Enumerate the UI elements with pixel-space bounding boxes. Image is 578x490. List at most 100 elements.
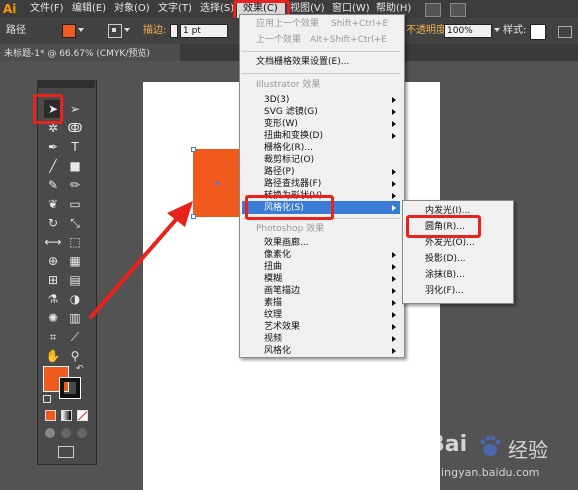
lasso-tool-icon[interactable]: ↂ	[66, 119, 84, 137]
chevron-down-icon[interactable]	[124, 28, 130, 32]
submenu-item-drop-shadow[interactable]: 投影(D)...	[425, 253, 466, 265]
eyedropper-tool-icon[interactable]: ⚗	[44, 290, 62, 308]
submenu-arrow-icon	[392, 133, 396, 139]
draw-inside-icon[interactable]	[77, 428, 87, 438]
paintbrush-tool-icon[interactable]: ✎	[44, 176, 62, 194]
menu-file[interactable]: 文件(F)	[30, 0, 64, 18]
blob-brush-tool-icon[interactable]: ❦	[44, 195, 62, 213]
menu-item-distort[interactable]: 扭曲	[264, 261, 282, 273]
menu-item-apply-last: 应用上一个效果	[256, 19, 320, 29]
center-point	[216, 182, 219, 185]
submenu-arrow-icon	[392, 300, 396, 306]
menu-item-3d[interactable]: 3D(3)	[264, 94, 289, 106]
menu-item-artistic[interactable]: 艺术效果	[264, 321, 300, 333]
submenu-arrow-icon	[392, 121, 396, 127]
menu-item-sketch[interactable]: 素描	[264, 297, 282, 309]
panel-menu-icon[interactable]	[558, 26, 572, 38]
submenu-item-feather[interactable]: 羽化(F)...	[425, 285, 464, 297]
menu-item-last-effect: 上一个效果	[256, 35, 302, 45]
scale-tool-icon[interactable]: ⤡	[66, 214, 84, 232]
submenu-arrow-icon	[392, 336, 396, 342]
artboard-tool-icon[interactable]: ⌗	[44, 328, 62, 346]
menu-separator	[242, 51, 400, 52]
menu-select[interactable]: 选择(S)	[200, 0, 234, 18]
type-tool-icon[interactable]: T	[66, 138, 84, 156]
draw-normal-icon[interactable]	[45, 428, 55, 438]
menu-item-blur[interactable]: 模糊	[264, 273, 282, 285]
column-graph-tool-icon[interactable]: ▥	[66, 309, 84, 327]
rotate-tool-icon[interactable]: ↻	[44, 214, 62, 232]
pen-tool-icon[interactable]: ✒	[44, 138, 62, 156]
menu-item-crop-marks[interactable]: 裁剪标记(O)	[264, 154, 314, 166]
style-label: 样式:	[503, 25, 527, 36]
pencil-tool-icon[interactable]: ✏	[66, 176, 84, 194]
eraser-tool-icon[interactable]: ▭	[66, 195, 84, 213]
selection-handle[interactable]	[191, 147, 196, 152]
gradient-mode-icon[interactable]	[61, 410, 72, 421]
menu-item-distort-transform[interactable]: 扭曲和变换(D)	[264, 130, 323, 142]
submenu-arrow-icon	[392, 109, 396, 115]
chevron-down-icon[interactable]	[78, 28, 84, 32]
menu-item-raster-settings[interactable]: 文档栅格效果设置(E)...	[256, 56, 349, 68]
stroke-weight-field[interactable]: 1 pt	[180, 24, 228, 38]
arrange-icon[interactable]	[450, 3, 466, 17]
menu-separator	[242, 73, 400, 74]
annotation-box-round-corners	[406, 215, 481, 238]
shape-builder-tool-icon[interactable]: ⊕	[44, 252, 62, 270]
menu-shortcut: Shift+Ctrl+E	[331, 19, 389, 29]
submenu-item-outer-glow[interactable]: 外发光(O)...	[425, 237, 475, 249]
watermark-brand: Bai	[428, 432, 468, 457]
menu-item-stylize-ps[interactable]: 风格化	[264, 345, 291, 357]
menu-item-pixelate[interactable]: 像素化	[264, 249, 291, 261]
submenu-arrow-icon	[392, 324, 396, 330]
style-swatch[interactable]	[530, 24, 546, 40]
stroke-stepper[interactable]	[170, 24, 178, 38]
annotation-arrow	[89, 201, 193, 319]
blend-tool-icon[interactable]: ◑	[66, 290, 84, 308]
color-mode-icon[interactable]	[45, 410, 56, 421]
direct-selection-tool-icon[interactable]: ➢	[66, 100, 84, 118]
selection-type-label: 路径	[6, 25, 26, 36]
menu-type[interactable]: 文字(T)	[158, 0, 192, 18]
mesh-tool-icon[interactable]: ⊞	[44, 271, 62, 289]
menu-item-texture[interactable]: 纹理	[264, 309, 282, 321]
menu-item-brush-strokes[interactable]: 画笔描边	[264, 285, 300, 297]
submenu-arrow-icon	[392, 193, 396, 199]
bridge-icon[interactable]	[425, 3, 441, 17]
line-tool-icon[interactable]: ╱	[44, 157, 62, 175]
free-transform-tool-icon[interactable]: ⬚	[66, 233, 84, 251]
menu-item-svg-filters[interactable]: SVG 滤镜(G)	[264, 106, 318, 118]
menu-item-effect-gallery[interactable]: 效果画廊...	[264, 237, 309, 249]
submenu-arrow-icon	[392, 288, 396, 294]
menu-item-video[interactable]: 视频	[264, 333, 282, 345]
menu-object[interactable]: 对象(O)	[114, 0, 150, 18]
swap-colors-icon[interactable]: ↶	[76, 364, 84, 374]
menu-item-warp[interactable]: 变形(W)	[264, 118, 298, 130]
menu-edit[interactable]: 编辑(E)	[72, 0, 106, 18]
slice-tool-icon[interactable]: ⟋	[66, 328, 84, 346]
menu-item-path[interactable]: 路径(P)	[264, 166, 294, 178]
stroke-swatch[interactable]	[108, 24, 122, 38]
stroke-color-icon[interactable]	[59, 377, 81, 399]
hand-tool-icon[interactable]: ✋	[44, 347, 62, 365]
gradient-tool-icon[interactable]: ▤	[66, 271, 84, 289]
opacity-label: 不透明度:	[406, 25, 450, 36]
paw-icon	[480, 435, 501, 456]
opacity-field[interactable]: 100%	[444, 24, 492, 38]
menu-section-header: Photoshop 效果	[256, 224, 325, 234]
symbol-sprayer-tool-icon[interactable]: ✺	[44, 309, 62, 327]
width-tool-icon[interactable]: ⟷	[44, 233, 62, 251]
submenu-item-scribble[interactable]: 涂抹(B)...	[425, 269, 465, 281]
chevron-down-icon[interactable]	[494, 28, 500, 32]
zoom-tool-icon[interactable]: ⚲	[66, 347, 84, 365]
rectangle-tool-icon[interactable]: ■	[66, 157, 84, 175]
menu-item-rasterize[interactable]: 栅格化(R)...	[264, 142, 313, 154]
tools-panel-header[interactable]	[37, 80, 95, 88]
default-colors-icon[interactable]	[43, 395, 51, 403]
screen-mode-icon[interactable]	[58, 446, 74, 458]
fill-swatch[interactable]	[62, 24, 76, 38]
menu-item-pathfinder[interactable]: 路径查找器(F)	[264, 178, 321, 190]
perspective-grid-tool-icon[interactable]: ▦	[66, 252, 84, 270]
none-mode-icon[interactable]	[77, 410, 88, 421]
draw-behind-icon[interactable]	[61, 428, 71, 438]
